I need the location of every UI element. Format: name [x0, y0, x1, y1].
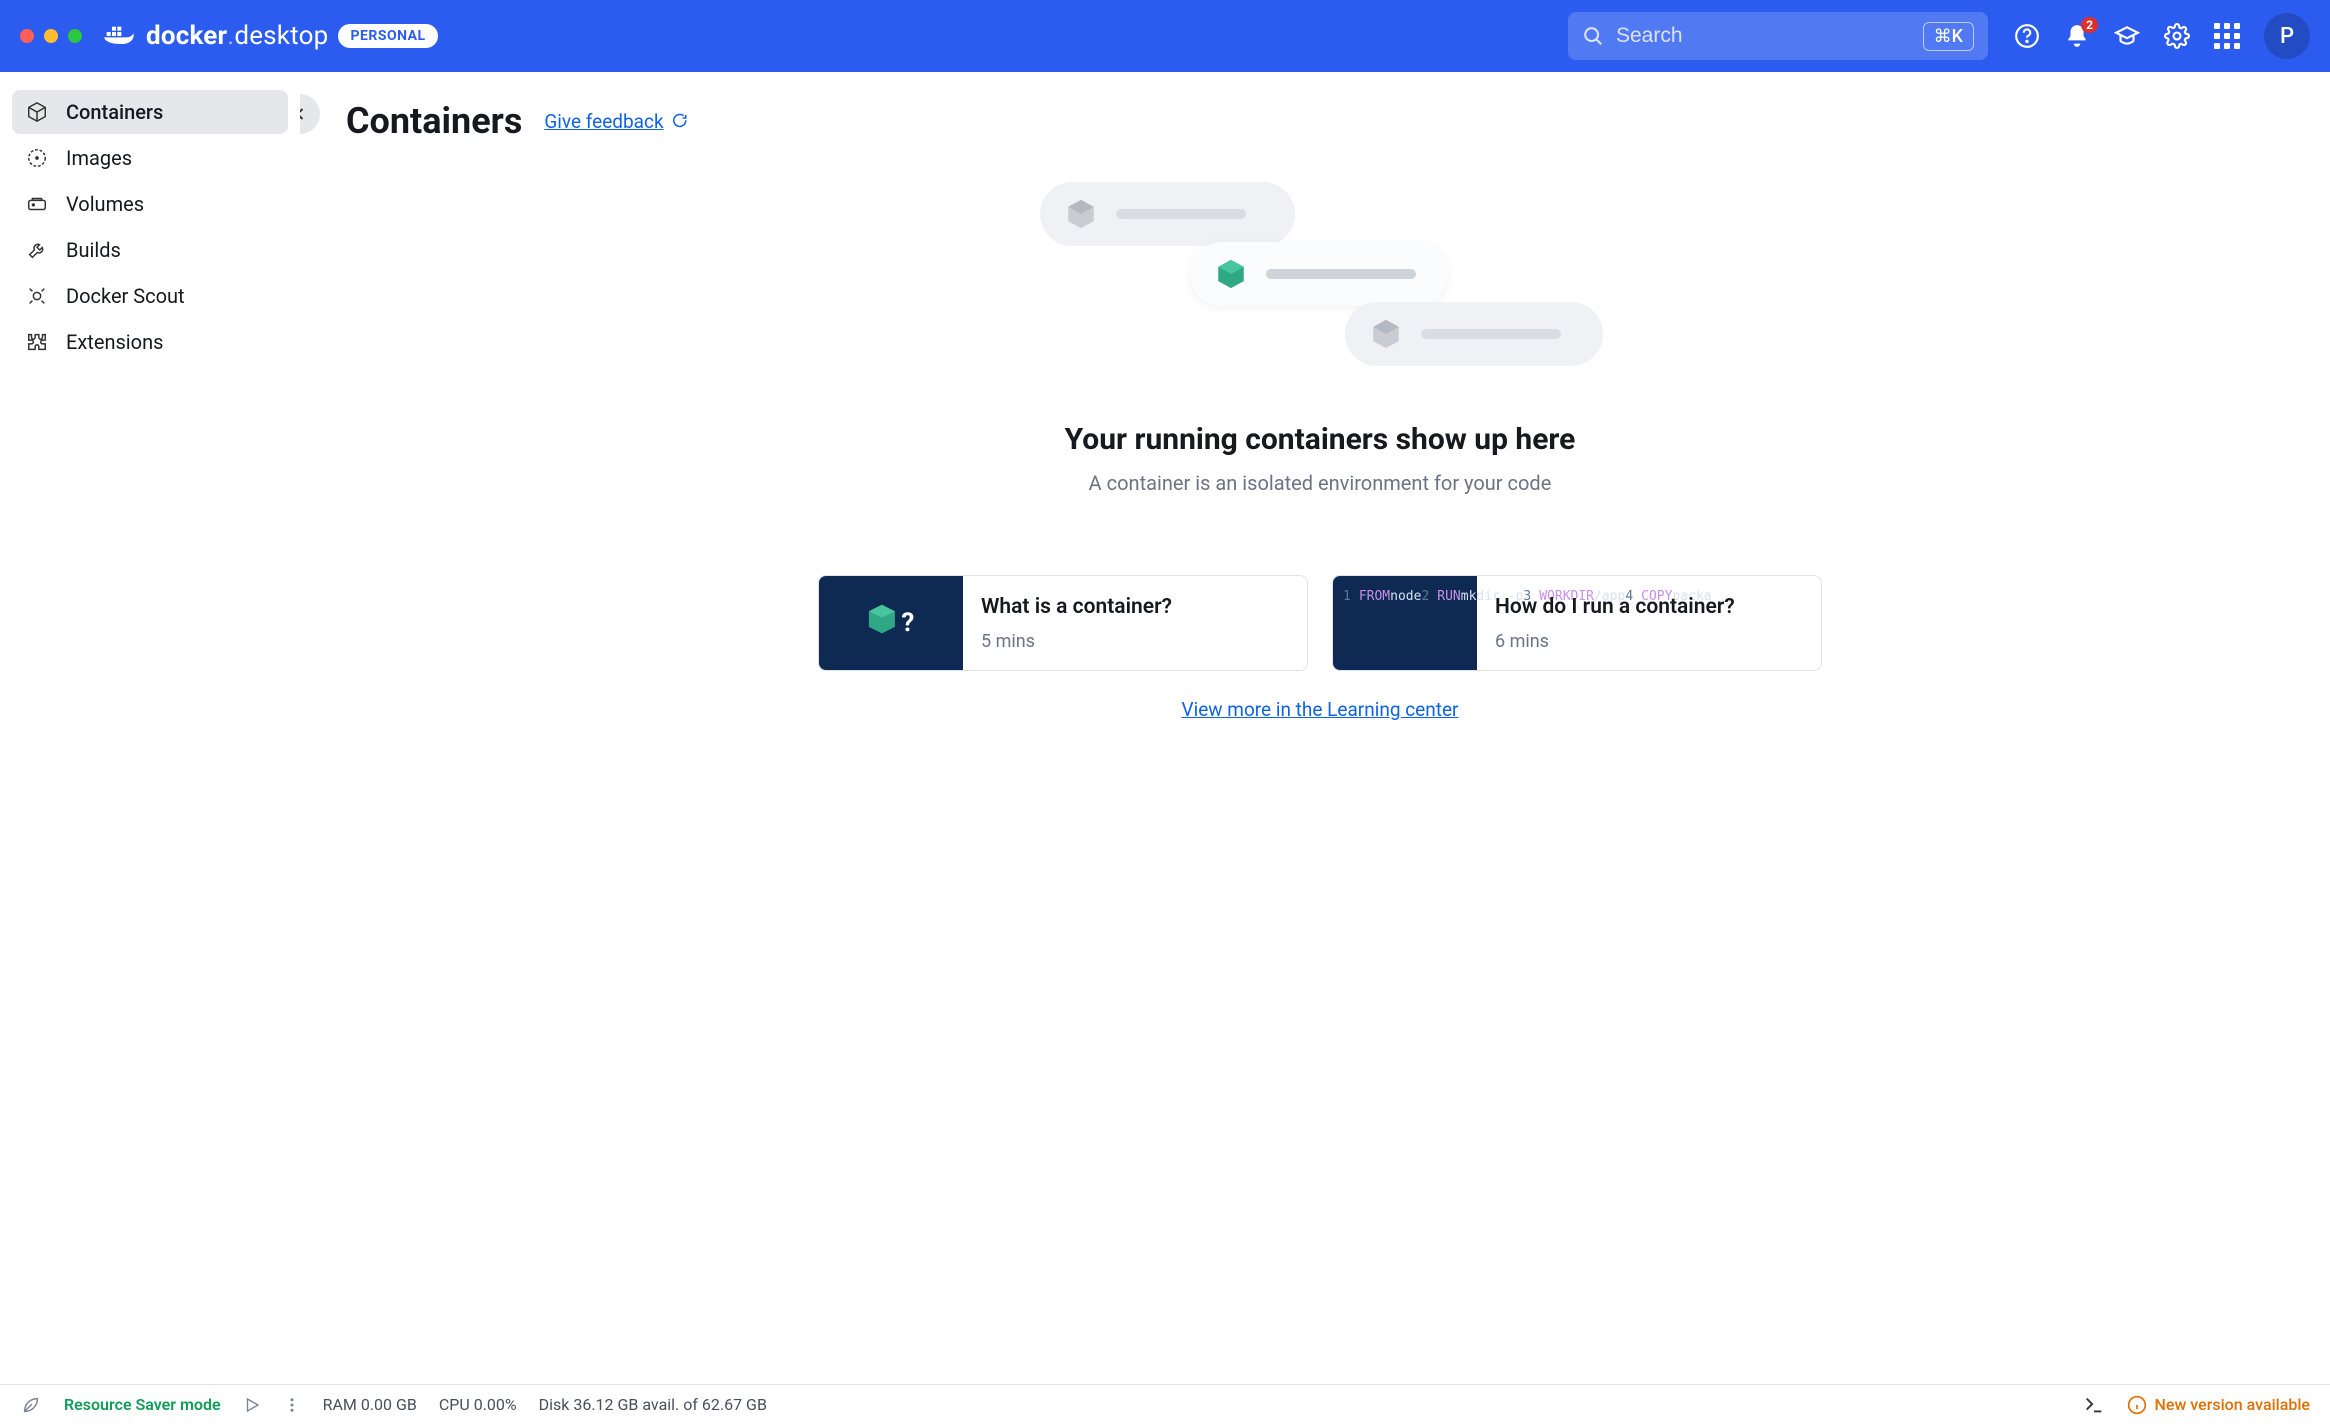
card-title: How do I run a container? [1495, 595, 1735, 619]
more-vertical-icon [283, 1396, 301, 1414]
learning-card-what-is-container[interactable]: ? What is a container? 5 mins [818, 575, 1308, 671]
search-shortcut-hint: ⌘K [1923, 22, 1974, 51]
wrench-icon [26, 239, 48, 261]
logo-brand-text: docker [146, 21, 227, 51]
sidebar-item-volumes[interactable]: Volumes [12, 182, 288, 226]
sidebar-item-docker-scout[interactable]: Docker Scout [12, 274, 288, 318]
sidebar-item-label: Images [66, 146, 132, 170]
header-actions: 2 P [2014, 13, 2310, 59]
sidebar-item-builds[interactable]: Builds [12, 228, 288, 272]
info-icon [2127, 1395, 2147, 1415]
help-icon [2014, 23, 2040, 49]
card-thumb-code: 1FROM node 2RUN mkdir -p 3WORKDIR /app 4… [1333, 576, 1477, 670]
close-window-button[interactable] [20, 29, 34, 43]
terminal-button[interactable] [2083, 1394, 2105, 1416]
search-icon [1582, 25, 1604, 47]
app-switcher-button[interactable] [2214, 23, 2240, 49]
search-input[interactable] [1616, 24, 1911, 48]
empty-state-illustration [1040, 182, 1600, 382]
plan-badge: PERSONAL [338, 24, 437, 48]
maximize-window-button[interactable] [68, 29, 82, 43]
engine-menu-button[interactable] [283, 1396, 301, 1414]
cube-grey-icon [1369, 317, 1403, 351]
notification-count-badge: 2 [2081, 17, 2098, 33]
scout-icon [26, 285, 48, 307]
puzzle-icon [26, 331, 48, 353]
page-title: Containers [346, 100, 522, 142]
card-duration: 5 mins [981, 631, 1172, 652]
empty-state-title: Your running containers show up here [1065, 422, 1576, 457]
new-version-notice[interactable]: New version available [2127, 1395, 2310, 1415]
collapse-sidebar-button[interactable] [300, 94, 320, 134]
settings-button[interactable] [2164, 23, 2190, 49]
avatar-initial: P [2280, 24, 2294, 49]
sidebar-item-extensions[interactable]: Extensions [12, 320, 288, 364]
give-feedback-link[interactable]: Give feedback [544, 110, 687, 133]
learning-card-how-run-container[interactable]: 1FROM node 2RUN mkdir -p 3WORKDIR /app 4… [1332, 575, 1822, 671]
cube-question-icon: ? [865, 597, 917, 649]
sidebar-item-label: Containers [66, 100, 163, 124]
gear-icon [2164, 23, 2190, 49]
window-controls [20, 29, 82, 43]
sidebar-item-label: Volumes [66, 192, 144, 216]
sidebar-item-label: Docker Scout [66, 284, 185, 308]
main-content: Containers Give feedback [300, 72, 2330, 1384]
app-name: docker.desktop [146, 21, 328, 51]
title-bar: docker.desktop PERSONAL ⌘K 2 P [0, 0, 2330, 72]
sidebar-item-containers[interactable]: Containers [12, 90, 288, 134]
play-icon [243, 1396, 261, 1414]
learning-center-button[interactable] [2114, 23, 2140, 49]
new-version-label: New version available [2155, 1395, 2310, 1414]
card-duration: 6 mins [1495, 631, 1735, 652]
app-logo: docker.desktop PERSONAL [104, 21, 438, 51]
apps-grid-icon [2214, 23, 2240, 49]
ram-usage: RAM 0.00 GB [323, 1395, 417, 1414]
volume-icon [26, 193, 48, 215]
sidebar-nav: Containers Images Volumes Builds Docker … [0, 72, 300, 1384]
sidebar-item-images[interactable]: Images [12, 136, 288, 180]
graduation-cap-icon [2114, 22, 2140, 50]
account-avatar[interactable]: P [2264, 13, 2310, 59]
card-title: What is a container? [981, 595, 1172, 619]
leaf-icon [20, 1394, 42, 1416]
logo-product-text: desktop [234, 21, 328, 51]
svg-text:?: ? [901, 608, 914, 638]
sidebar-item-label: Extensions [66, 330, 163, 354]
disk-usage: Disk 36.12 GB avail. of 62.67 GB [539, 1395, 767, 1414]
global-search[interactable]: ⌘K [1568, 12, 1988, 60]
feedback-label: Give feedback [544, 110, 663, 133]
status-bar: Resource Saver mode RAM 0.00 GB CPU 0.00… [0, 1384, 2330, 1424]
view-more-learning-link[interactable]: View more in the Learning center [1182, 698, 1459, 721]
cube-green-icon [1214, 257, 1248, 291]
cpu-usage: CPU 0.00% [439, 1395, 517, 1414]
resource-mode-label[interactable]: Resource Saver mode [64, 1395, 221, 1414]
image-icon [26, 147, 48, 169]
card-thumb-cube: ? [819, 576, 963, 670]
help-button[interactable] [2014, 23, 2040, 49]
notifications-button[interactable]: 2 [2064, 23, 2090, 49]
learning-cards: ? What is a container? 5 mins 1FROM node… [818, 575, 1822, 671]
container-icon [26, 101, 48, 123]
empty-state-subtitle: A container is an isolated environment f… [1089, 471, 1552, 495]
sidebar-item-label: Builds [66, 238, 121, 262]
feedback-icon [670, 112, 688, 130]
chevron-left-icon [300, 104, 310, 124]
engine-start-button[interactable] [243, 1396, 261, 1414]
empty-state: Your running containers show up here A c… [346, 182, 2294, 722]
minimize-window-button[interactable] [44, 29, 58, 43]
cube-grey-icon [1064, 197, 1098, 231]
docker-whale-icon [104, 24, 136, 48]
terminal-icon [2083, 1394, 2105, 1416]
